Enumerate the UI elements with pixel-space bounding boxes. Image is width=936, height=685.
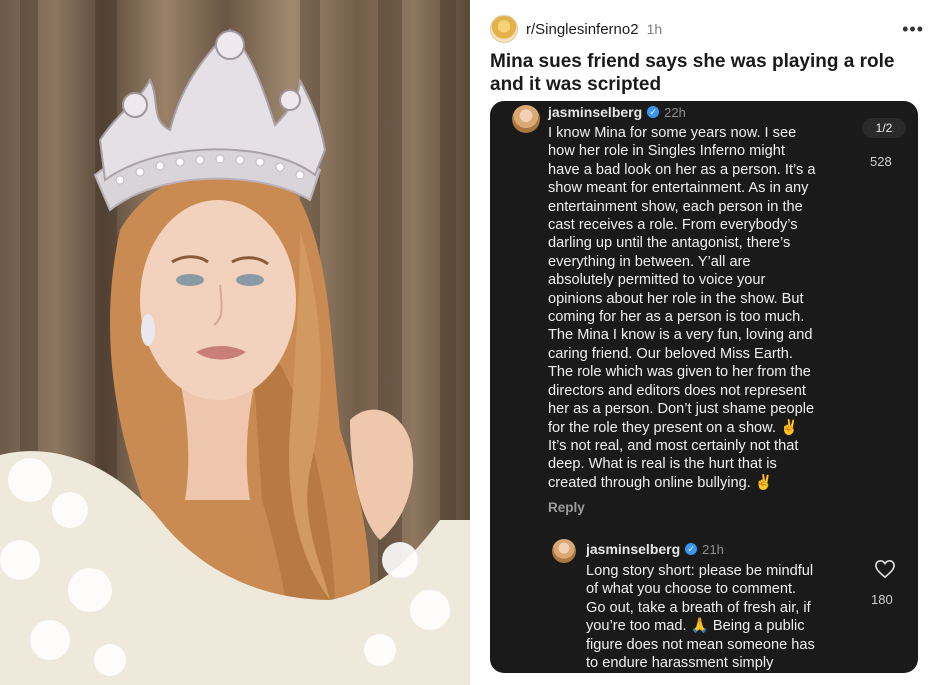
- comment-text-line: have a bad look on her as a person. It’s…: [548, 161, 816, 178]
- reply-comment-header: jasminselberg ✓ 21h: [586, 541, 724, 557]
- comment-text-line: deep. What is real is the hurt that is: [548, 456, 777, 473]
- comment-text-line: created through online bullying. ✌️: [548, 474, 774, 491]
- comment-text-line: The role which was given to her from the: [548, 364, 811, 381]
- post-age: 1h: [646, 21, 663, 37]
- post-title-line-1: Mina sues friend says she was playing a …: [490, 51, 895, 72]
- comment-text-line: darling up until the antagonist, there’s: [548, 235, 791, 252]
- reply-like-count: 180: [871, 592, 893, 607]
- comment-text-line: how her role in Singles Inferno might: [548, 143, 785, 160]
- comment-text-line: of what you choose to comment.: [586, 581, 797, 598]
- comment-text-line: you’re too mad. 🙏 Being a public: [586, 618, 805, 635]
- post-title-line-2: and it was scripted: [490, 74, 662, 95]
- comment-text-line: Long story short: please be mindful: [586, 563, 814, 579]
- reddit-post-panel: r/Singlesinferno2 1h ••• Mina sues frien…: [474, 0, 936, 685]
- comment-header: jasminselberg ✓ 22h: [548, 104, 686, 120]
- comment-time: 22h: [664, 104, 686, 120]
- reply-button[interactable]: Reply: [548, 500, 585, 515]
- reply-body: Long story short: please be mindful of wh…: [586, 562, 815, 672]
- comment-text-line: show meant for entertainment. As in any: [548, 180, 809, 197]
- comment-body: I know Mina for some years now. I see how…: [548, 124, 815, 492]
- comment-text-line: I know Mina for some years now. I see: [548, 125, 797, 141]
- comment-text-line: The Mina I know is a very fun, loving an…: [548, 327, 813, 344]
- comment-screenshot-card: jasminselberg ✓ 22h 1/2 528 I know Mina …: [490, 101, 918, 673]
- subreddit-avatar[interactable]: [490, 15, 518, 43]
- heart-icon[interactable]: [874, 559, 896, 579]
- comment-text-line: entertainment show, each person in the: [548, 198, 803, 215]
- commenter-avatar[interactable]: [512, 105, 540, 133]
- comment-text-line: to endure harassment simply: [586, 655, 774, 672]
- reply-commenter-avatar[interactable]: [552, 539, 576, 563]
- subreddit-name[interactable]: r/Singlesinferno2: [526, 21, 639, 38]
- comment-text-line: everything in between. Y’all are: [548, 253, 751, 270]
- comment-text-line: It’s not real, and most certainly not th…: [548, 437, 799, 454]
- comment-username[interactable]: jasminselberg: [548, 104, 642, 120]
- comment-text-line: directors and editors does not represent: [548, 382, 806, 399]
- comment-text-line: figure does not mean someone has: [586, 636, 815, 653]
- comment-text-line: Go out, take a breath of fresh air, if: [586, 599, 811, 616]
- comment-like-count: 528: [870, 154, 892, 169]
- comment-text-line: caring friend. Our beloved Miss Earth.: [548, 345, 793, 362]
- reply-username[interactable]: jasminselberg: [586, 541, 680, 557]
- comment-text-line: cast receives a role. From everybody’s: [548, 217, 798, 234]
- ellipsis-icon[interactable]: •••: [902, 19, 924, 40]
- comment-text-line: her as a person. Don’t just shame people: [548, 401, 815, 418]
- comment-text-line: opinions about her role in the show. But: [548, 290, 804, 307]
- post-title[interactable]: Mina sues friend says she was playing a …: [490, 50, 920, 96]
- photo-woman-with-crown: [0, 0, 470, 685]
- verified-badge-icon: ✓: [685, 543, 698, 555]
- verified-badge-icon: ✓: [647, 106, 660, 118]
- reply-time: 21h: [702, 541, 724, 557]
- comment-text-line: coming for her as a person is too much.: [548, 309, 805, 326]
- comment-text-line: for the role they present on a show. ✌️: [548, 419, 799, 436]
- post-header: r/Singlesinferno2 1h •••: [490, 14, 924, 44]
- comment-text-line: absolutely permitted to voice your: [548, 272, 766, 289]
- page-indicator: 1/2: [862, 118, 906, 138]
